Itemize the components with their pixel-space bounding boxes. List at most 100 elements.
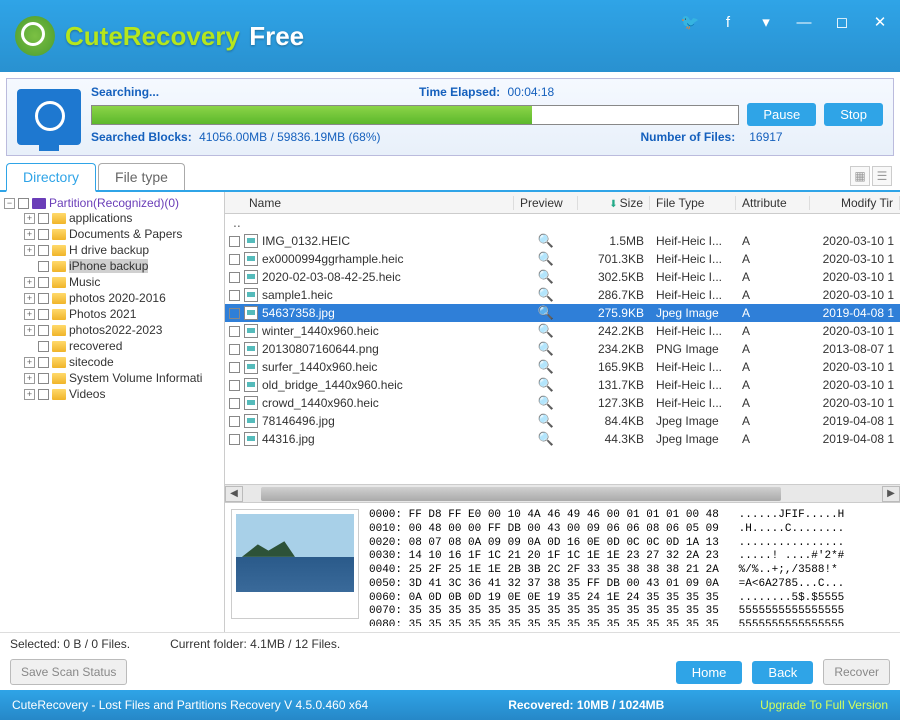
up-directory[interactable]: .. [225,214,900,232]
expander-icon[interactable]: + [24,373,35,384]
horizontal-scrollbar[interactable]: ◀ ▶ [225,484,900,502]
tree-item[interactable]: +H drive backup [4,242,220,258]
checkbox[interactable] [229,380,240,391]
tree-item[interactable]: +System Volume Informati [4,370,220,386]
checkbox[interactable] [38,341,49,352]
tree-item[interactable]: +applications [4,210,220,226]
checkbox[interactable] [38,309,49,320]
expander-icon[interactable]: + [24,325,35,336]
facebook-icon[interactable]: f [718,12,738,32]
checkbox[interactable] [229,434,240,445]
preview-icon[interactable]: 🔍 [538,359,554,374]
checkbox[interactable] [229,326,240,337]
scroll-thumb[interactable] [261,487,781,501]
scroll-right-icon[interactable]: ▶ [882,486,900,502]
pause-button[interactable]: Pause [747,103,816,126]
preview-icon[interactable]: 🔍 [538,305,554,320]
checkbox[interactable] [229,290,240,301]
file-row[interactable]: ex0000994ggrhample.heic🔍701.3KBHeif-Heic… [225,250,900,268]
expander-icon[interactable]: + [24,357,35,368]
tree-item[interactable]: +Videos [4,386,220,402]
file-row[interactable]: 44316.jpg🔍44.3KBJpeg ImageA2019-04-08 1 [225,430,900,448]
preview-icon[interactable]: 🔍 [538,341,554,356]
tab-filetype[interactable]: File type [98,163,185,190]
file-row[interactable]: 78146496.jpg🔍84.4KBJpeg ImageA2019-04-08… [225,412,900,430]
save-scan-button[interactable]: Save Scan Status [10,659,127,685]
view-list-icon[interactable]: ☰ [872,166,892,186]
twitter-icon[interactable]: 🐦 [680,12,700,32]
checkbox[interactable] [38,213,49,224]
file-row[interactable]: winter_1440x960.heic🔍242.2KBHeif-Heic I.… [225,322,900,340]
checkbox[interactable] [229,308,240,319]
col-preview[interactable]: Preview [514,196,578,210]
file-row[interactable]: 20130807160644.png🔍234.2KBPNG ImageA2013… [225,340,900,358]
expander-icon[interactable]: + [24,309,35,320]
expander-icon[interactable]: + [24,245,35,256]
checkbox[interactable] [229,344,240,355]
expander-icon[interactable]: + [24,213,35,224]
tree-root[interactable]: − Partition(Recognized)(0) [4,196,220,210]
checkbox[interactable] [18,198,29,209]
col-modify[interactable]: Modify Tir [810,196,900,210]
col-name[interactable]: Name [225,196,514,210]
expander-icon[interactable]: − [4,198,15,209]
tree-item[interactable]: recovered [4,338,220,354]
tree-item[interactable]: +Music [4,274,220,290]
checkbox[interactable] [38,261,49,272]
checkbox[interactable] [229,398,240,409]
expander-icon[interactable]: + [24,293,35,304]
preview-icon[interactable]: 🔍 [538,431,554,446]
expander-icon[interactable]: + [24,389,35,400]
minimize-button[interactable]: — [794,12,814,32]
tree-item[interactable]: +photos 2020-2016 [4,290,220,306]
file-row[interactable]: surfer_1440x960.heic🔍165.9KBHeif-Heic I.… [225,358,900,376]
tree-item[interactable]: +Photos 2021 [4,306,220,322]
tree-item[interactable]: iPhone backup [4,258,220,274]
preview-icon[interactable]: 🔍 [538,233,554,248]
checkbox[interactable] [229,272,240,283]
checkbox[interactable] [229,236,240,247]
close-button[interactable]: ✕ [870,12,890,32]
col-size[interactable]: ⬇Size [578,196,650,210]
checkbox[interactable] [38,277,49,288]
file-list[interactable]: IMG_0132.HEIC🔍1.5MBHeif-Heic I...A2020-0… [225,232,900,484]
checkbox[interactable] [229,362,240,373]
checkbox[interactable] [38,373,49,384]
tree-item[interactable]: +Documents & Papers [4,226,220,242]
dropdown-icon[interactable]: ▾ [756,12,776,32]
scroll-left-icon[interactable]: ◀ [225,486,243,502]
checkbox[interactable] [38,389,49,400]
file-row[interactable]: 54637358.jpg🔍275.9KBJpeg ImageA2019-04-0… [225,304,900,322]
tab-directory[interactable]: Directory [6,163,96,192]
view-grid-icon[interactable]: ▦ [850,166,870,186]
file-row[interactable]: 2020-02-03-08-42-25.heic🔍302.5KBHeif-Hei… [225,268,900,286]
preview-icon[interactable]: 🔍 [538,413,554,428]
checkbox[interactable] [229,254,240,265]
preview-icon[interactable]: 🔍 [538,395,554,410]
back-button[interactable]: Back [752,661,813,684]
checkbox[interactable] [38,325,49,336]
expander-icon[interactable]: + [24,277,35,288]
checkbox[interactable] [38,245,49,256]
directory-tree[interactable]: − Partition(Recognized)(0) +applications… [0,192,225,632]
checkbox[interactable] [38,293,49,304]
checkbox[interactable] [38,229,49,240]
file-row[interactable]: crowd_1440x960.heic🔍127.3KBHeif-Heic I..… [225,394,900,412]
home-button[interactable]: Home [676,661,743,684]
maximize-button[interactable]: ◻ [832,12,852,32]
file-row[interactable]: sample1.heic🔍286.7KBHeif-Heic I...A2020-… [225,286,900,304]
col-filetype[interactable]: File Type [650,196,736,210]
checkbox[interactable] [229,416,240,427]
file-list-header[interactable]: Name Preview ⬇Size File Type Attribute M… [225,192,900,214]
file-row[interactable]: IMG_0132.HEIC🔍1.5MBHeif-Heic I...A2020-0… [225,232,900,250]
expander-icon[interactable]: + [24,229,35,240]
col-attribute[interactable]: Attribute [736,196,810,210]
recover-button[interactable]: Recover [823,659,890,685]
preview-icon[interactable]: 🔍 [538,377,554,392]
preview-icon[interactable]: 🔍 [538,287,554,302]
stop-button[interactable]: Stop [824,103,883,126]
preview-icon[interactable]: 🔍 [538,323,554,338]
file-row[interactable]: old_bridge_1440x960.heic🔍131.7KBHeif-Hei… [225,376,900,394]
tree-item[interactable]: +sitecode [4,354,220,370]
checkbox[interactable] [38,357,49,368]
